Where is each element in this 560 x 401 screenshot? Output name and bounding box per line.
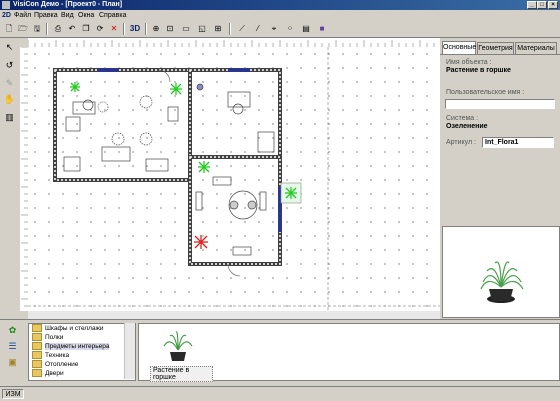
object-name-label: Имя объекта : [446,59,492,66]
system-value: Озеленение [446,123,488,130]
minimize-button[interactable]: _ [527,1,537,9]
plant-green[interactable] [280,182,302,204]
block-icon[interactable]: ■ [316,23,328,35]
properties-panel: Основные Геометрия Материалы Имя объекта… [440,38,560,319]
save-icon[interactable]: 🖫 [31,23,43,35]
object-preview [442,226,560,318]
left-toolbar: ↖ ↺ ✎ ✋ ▥ [0,38,20,318]
frame-icon[interactable]: ▭ [180,23,192,35]
catalog-item[interactable]: Полки [32,333,63,342]
room-bottom [188,155,282,266]
object-name-value: Растение в горшке [446,67,511,74]
zoom-fit-icon[interactable]: ⊡ [164,23,176,35]
points-icon[interactable]: ⁘ [284,23,296,35]
open-folder-icon[interactable]: 🗁 [17,23,29,35]
object-tile[interactable]: Растение в горшке [143,326,213,382]
grid-icon[interactable]: ⊞ [212,23,224,35]
plant-green[interactable] [198,161,210,173]
pan-icon[interactable]: ◱ [196,23,208,35]
tab-basic[interactable]: Основные [442,41,476,55]
hand-icon[interactable]: ✋ [3,93,16,106]
furniture-left[interactable] [63,95,179,172]
close-button[interactable]: × [548,1,558,9]
book-icon[interactable]: ▥ [3,111,16,124]
catalog-item-selected[interactable]: Предметы интерьера [32,342,110,351]
toolbar-separator [229,23,231,35]
catalog-scrollbar[interactable] [124,323,135,379]
catalog-list-icon[interactable]: ☰ [6,340,19,353]
menu-help[interactable]: Справка [99,11,126,20]
plant-green[interactable] [70,82,80,92]
plant-thumbnail-icon [163,331,193,361]
maximize-button[interactable]: □ [537,1,547,9]
view-2d-icon[interactable]: 2D [2,11,12,20]
print-icon[interactable]: ⎙ [52,23,64,35]
wall-icon[interactable]: ▤ [300,23,312,35]
app-icon [2,1,10,9]
horizontal-scrollbar[interactable] [28,311,440,319]
system-label: Система : [446,115,479,122]
floor-plan-canvas[interactable] [28,47,440,311]
article-label: Артикул : [446,139,476,146]
catalog-area: ✿ ☰ ▣ Шкафы и стеллажи Полки Предметы ин… [0,319,560,386]
pen-icon[interactable]: ✎ [3,77,16,90]
menu-view[interactable]: Вид [61,11,74,20]
menu-edit[interactable]: Правка [34,11,58,20]
measure-icon[interactable]: ⟋ [236,23,248,35]
catalog-item[interactable]: Двери [32,369,64,378]
snap-icon[interactable]: ⌖ [268,23,280,35]
tab-geometry[interactable]: Геометрия [477,42,514,54]
copy-icon[interactable]: ❐ [80,23,92,35]
rotate-tool-icon[interactable]: ↺ [3,59,16,72]
toolbar: 🗋 🗁 🖫 ⎙ ↶ ❐ ⟳ ✕ 3D ⊕ ⊡ ▭ ◱ ⊞ ⟋ ⁄ ⌖ ⁘ ▤ ■ [0,21,560,38]
view-3d-button[interactable]: 3D [128,23,142,35]
user-name-input[interactable] [445,99,555,109]
furniture-top-right[interactable] [196,83,275,153]
user-name-label: Пользовательское имя : [446,89,525,96]
plant-preview-icon [480,261,524,303]
room-top-right [188,68,282,159]
toolbar-separator [145,23,147,35]
select-arrow-icon[interactable]: ↖ [3,41,16,54]
status-mode: ИЗМ [2,389,24,399]
object-label: Растение в горшке [150,366,213,382]
delete-icon[interactable]: ✕ [108,23,120,35]
rotate-icon[interactable]: ⟳ [94,23,106,35]
toolbar-separator [123,23,125,35]
furniture-bottom[interactable] [195,176,267,256]
menu-bar: 2D Файл Правка Вид Окна Справка [0,10,560,21]
new-file-icon[interactable]: 🗋 [3,23,15,35]
tab-materials[interactable]: Материалы [515,42,557,54]
catalog-item[interactable]: Техника [32,351,69,360]
title-bar: VisiCon Демо - [Проект0 - План] _ □ × [0,0,560,10]
catalog-folder-icon[interactable]: ▣ [6,356,19,369]
undo-icon[interactable]: ↶ [66,23,78,35]
catalog-tree: Шкафы и стеллажи Полки Предметы интерьер… [28,323,136,381]
line-icon[interactable]: ⁄ [252,23,264,35]
menu-windows[interactable]: Окна [78,11,94,20]
catalog-item[interactable]: Шкафы и стеллажи [32,324,104,333]
catalog-plant-icon[interactable]: ✿ [6,324,19,337]
menu-file[interactable]: Файл [14,11,31,20]
status-bar: ИЗМ [0,386,560,401]
zoom-icon[interactable]: ⊕ [150,23,162,35]
catalog-item[interactable]: Отопление [32,360,78,369]
plant-green[interactable] [170,83,182,95]
object-gallery: Растение в горшке [138,323,560,382]
plant-red-selected[interactable] [194,235,208,249]
article-field[interactable]: Int_Flora1 [482,137,554,148]
window-title: VisiCon Демо - [Проект0 - План] [13,1,123,8]
toolbar-separator [46,23,48,35]
